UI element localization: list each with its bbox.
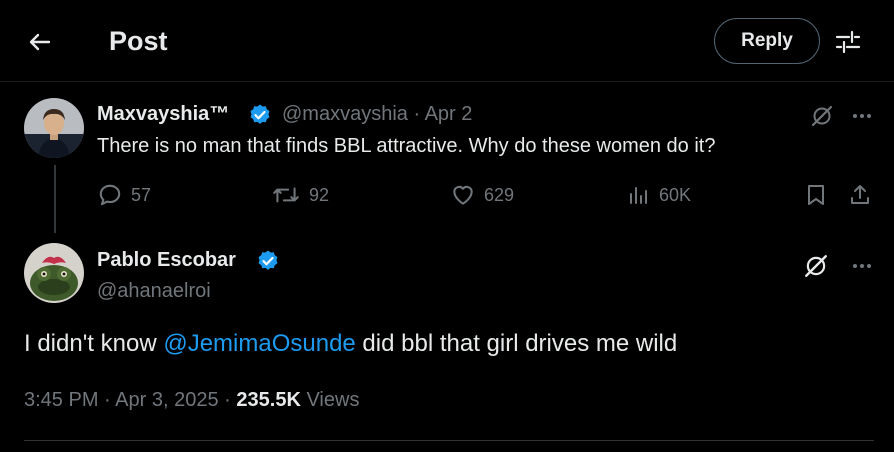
view-count: 235.5K (236, 389, 301, 411)
top-bar: Post Reply (0, 0, 894, 82)
profile-photo (24, 243, 84, 303)
repost-icon (273, 187, 299, 203)
more-icon (853, 114, 871, 118)
post-date[interactable]: Apr 3, 2025 (115, 389, 218, 411)
view-count-button[interactable]: 60K (627, 182, 691, 208)
separator-dot: · (104, 389, 111, 411)
author-handle[interactable]: @ahanaelroi (97, 280, 211, 303)
grok-icon (811, 105, 833, 127)
verified-badge-icon (250, 104, 270, 124)
more-icon (853, 264, 871, 268)
repost-count: 92 (309, 184, 330, 205)
verified-badge-icon (258, 250, 278, 270)
reply-count-button[interactable]: 57 (97, 182, 151, 208)
repost-count-button[interactable]: 92 (271, 182, 329, 208)
grok-button[interactable] (800, 250, 832, 282)
back-button[interactable] (22, 24, 58, 60)
tweet-text: There is no man that finds BBL attractiv… (97, 135, 716, 157)
avatar-maxvayshia[interactable] (24, 98, 84, 158)
reply-icon (99, 184, 121, 206)
grok-icon (805, 255, 827, 277)
view-count: 60K (659, 184, 692, 205)
bookmark-button[interactable] (801, 180, 831, 210)
author-name[interactable]: Maxvayshia™ (97, 103, 229, 126)
handle-text: @maxvayshia (282, 103, 408, 125)
author-handle[interactable]: @maxvayshia · Apr 2 (282, 103, 472, 126)
separator-dot: · (413, 103, 421, 125)
divider (24, 440, 874, 441)
share-icon (851, 185, 869, 204)
heart-icon (453, 185, 473, 205)
thread-connector (54, 165, 56, 233)
sliders-icon (835, 30, 861, 54)
views-chart-icon (630, 187, 647, 204)
like-count: 629 (484, 184, 515, 205)
views-label: Views (306, 389, 360, 411)
bookmark-icon (808, 185, 824, 205)
tweet-text-end: did bbl that girl drives me wild (355, 330, 678, 357)
grok-button[interactable] (806, 100, 838, 132)
separator-dot: · (224, 389, 231, 411)
more-button[interactable] (846, 100, 878, 132)
reply-button[interactable]: Reply (714, 18, 820, 64)
post-metadata: 3:45 PM · Apr 3, 2025 · 235.5K Views (24, 389, 359, 412)
like-count-button[interactable]: 629 (450, 182, 514, 208)
post-time[interactable]: 3:45 PM (24, 389, 98, 411)
mention-link[interactable]: @JemimaOsunde (163, 330, 355, 357)
settings-button[interactable] (830, 24, 866, 60)
share-button[interactable] (845, 180, 875, 210)
more-button[interactable] (846, 250, 878, 282)
author-name[interactable]: Pablo Escobar (97, 249, 236, 272)
arrow-left-icon (29, 33, 51, 51)
tweet-text: I didn't know @JemimaOsunde did bbl that… (24, 330, 677, 358)
avatar-pablo-escobar[interactable] (24, 243, 84, 303)
reply-count: 57 (131, 184, 152, 205)
post-date: Apr 2 (424, 103, 473, 125)
profile-photo (24, 98, 84, 158)
tweet-text-start: I didn't know (24, 330, 164, 357)
page-title: Post (109, 26, 168, 56)
